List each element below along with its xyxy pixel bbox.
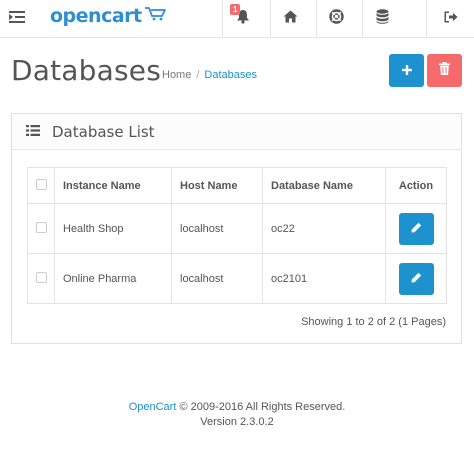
list-icon [26, 123, 40, 141]
footer: OpenCart © 2009-2016 All Rights Reserved… [0, 400, 474, 430]
menu-toggle-icon [9, 10, 25, 28]
select-all-cell [27, 167, 55, 204]
copyright-text: © 2009-2016 All Rights Reserved. [176, 401, 346, 413]
database-icon [376, 8, 389, 29]
cart-icon [144, 7, 166, 26]
alerts-button[interactable]: 1 [222, 0, 262, 37]
logo-text: opencart [50, 5, 142, 27]
breadcrumb-separator: / [196, 69, 200, 81]
pencil-icon [411, 272, 422, 286]
action-cell [385, 253, 447, 304]
database-list-panel: Database List Instance Name Host Name Da… [11, 113, 462, 344]
logout-button[interactable] [426, 0, 474, 37]
pencil-icon [411, 222, 422, 236]
column-header-instance-name[interactable]: Instance Name [54, 167, 172, 204]
host-name-cell: localhost [171, 203, 263, 254]
top-header: opencart 1 [0, 0, 474, 38]
sign-out-icon [444, 10, 458, 28]
table-row: Online Pharma localhost oc2101 [27, 253, 447, 304]
alert-count-badge: 1 [230, 4, 241, 15]
version-text: Version 2.3.0.2 [200, 416, 274, 428]
breadcrumb-databases-link[interactable]: Databases [204, 69, 257, 81]
page-title: Databases [11, 54, 161, 87]
opencart-link[interactable]: OpenCart [129, 401, 177, 413]
row-select-cell [27, 253, 55, 304]
breadcrumb-home-link[interactable]: Home [162, 69, 191, 81]
plus-icon [401, 62, 412, 80]
panel-title: Database List [52, 122, 155, 141]
database-button[interactable] [362, 0, 402, 37]
footer-copyright-line: OpenCart © 2009-2016 All Rights Reserved… [0, 400, 474, 415]
instance-name-cell: Online Pharma [54, 253, 172, 304]
column-header-database-name[interactable]: Database Name [262, 167, 386, 204]
database-name-cell: oc2101 [262, 253, 386, 304]
action-cell [385, 203, 447, 254]
home-icon [283, 10, 298, 28]
opencart-logo[interactable]: opencart [50, 4, 166, 30]
panel-heading: Database List [12, 114, 461, 150]
database-table: Instance Name Host Name Database Name Ac… [27, 167, 447, 304]
table-row: Health Shop localhost oc22 [27, 203, 447, 254]
select-all-checkbox[interactable] [35, 178, 47, 190]
help-button[interactable] [316, 0, 356, 37]
delete-button[interactable] [427, 54, 462, 87]
edit-button[interactable] [398, 262, 434, 295]
breadcrumb: Home / Databases [162, 69, 257, 81]
edit-button[interactable] [398, 212, 434, 245]
instance-name-cell: Health Shop [54, 203, 172, 254]
trash-icon [439, 61, 450, 80]
home-button[interactable] [270, 0, 310, 37]
row-checkbox[interactable] [35, 271, 47, 283]
column-header-action: Action [385, 167, 447, 204]
menu-toggle-button[interactable] [0, 0, 34, 37]
row-select-cell [27, 203, 55, 254]
column-header-host-name[interactable]: Host Name [171, 167, 263, 204]
life-ring-icon [329, 8, 344, 29]
row-checkbox[interactable] [35, 221, 47, 233]
table-header-row: Instance Name Host Name Database Name Ac… [27, 167, 447, 204]
database-name-cell: oc22 [262, 203, 386, 254]
add-button[interactable] [389, 54, 424, 87]
pagination-info: Showing 1 to 2 of 2 (1 Pages) [301, 316, 446, 328]
host-name-cell: localhost [171, 253, 263, 304]
